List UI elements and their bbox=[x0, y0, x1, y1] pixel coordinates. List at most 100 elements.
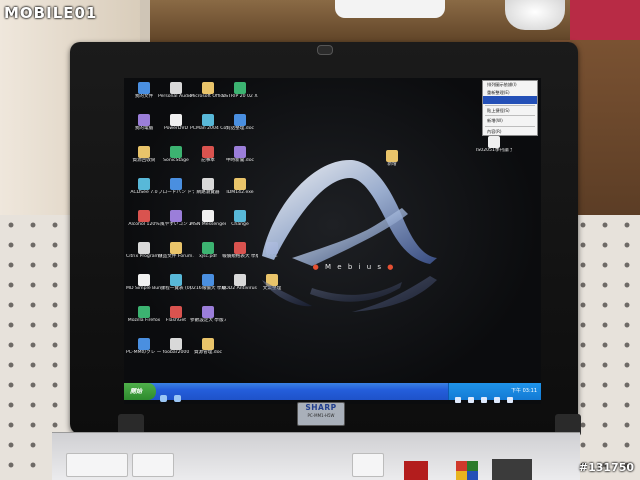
quick-launch-icon[interactable] bbox=[160, 395, 167, 402]
desktop-icon-label: MD Simple Burner bbox=[126, 286, 162, 291]
desktop-icon[interactable]: 網路瀏覽器 bbox=[190, 178, 226, 195]
app-icon bbox=[202, 82, 214, 94]
laptop-screen-bezel: 我的文件 Personal Audio 使用說明Microsoft Office … bbox=[70, 42, 578, 434]
desktop-icon-label: ACDSee 7.0 bbox=[130, 190, 158, 195]
context-menu-item[interactable]: 重新整理(E) bbox=[483, 89, 537, 97]
desktop-icon-label: PowerDVD bbox=[163, 126, 189, 131]
context-menu-item[interactable]: 貼上捷徑(S) bbox=[483, 107, 537, 115]
app-icon bbox=[138, 114, 150, 126]
desktop-icon-label: Personal Audio 使用說明 bbox=[158, 94, 194, 99]
wordmark-dot-icon: ● bbox=[387, 263, 396, 271]
ati-sticker-icon bbox=[404, 461, 428, 480]
context-menu-item-highlighted[interactable] bbox=[483, 96, 537, 104]
desktop-icon[interactable]: ACDSee 7.0 bbox=[126, 178, 162, 195]
desktop-icon-label: 課程一覽表 (0) bbox=[160, 286, 192, 291]
context-menu-item[interactable]: 新增(W) bbox=[483, 117, 537, 125]
context-menu-item[interactable]: 排列圖示依據(I) bbox=[483, 81, 537, 89]
app-icon bbox=[202, 338, 214, 350]
desktop-icon-label: FlashGet bbox=[165, 318, 187, 323]
app-icon bbox=[138, 242, 150, 254]
app-icon bbox=[202, 178, 214, 190]
desktop-icon[interactable]: xjsc.pdf bbox=[190, 242, 226, 259]
desktop-icon[interactable]: IS02051季刊論 文標題.doc bbox=[476, 136, 512, 153]
wordmark-letter: b bbox=[347, 263, 355, 271]
quick-launch-icon[interactable] bbox=[174, 395, 182, 402]
app-icon bbox=[170, 274, 182, 286]
desktop-icon[interactable]: 記事本 bbox=[190, 146, 226, 163]
desktop-icon[interactable]: Alcohol 120% bbox=[126, 210, 162, 227]
desktop-icon[interactable]: PowerDVD bbox=[158, 114, 194, 131]
background-red-box bbox=[570, 0, 640, 40]
app-icon bbox=[138, 338, 150, 350]
app-icon bbox=[170, 210, 182, 222]
app-icon bbox=[138, 82, 150, 94]
desktop-icon[interactable]: 我的文件 bbox=[126, 82, 162, 99]
desktop-icon-label: Alcohol 120% bbox=[128, 222, 160, 227]
app-icon bbox=[202, 210, 214, 222]
app-icon bbox=[138, 178, 150, 190]
app-icon bbox=[234, 82, 246, 94]
background-cup bbox=[505, 0, 565, 30]
desktop-icon[interactable]: 資源回收筒 bbox=[126, 146, 162, 163]
menu-separator bbox=[485, 104, 535, 106]
logo-ribbon bbox=[262, 159, 437, 264]
logo-reflection-right bbox=[352, 276, 437, 312]
desktop-icon[interactable]: Microsoft Office Wo... bbox=[190, 82, 226, 99]
app-icon bbox=[170, 242, 182, 254]
desktop-icon[interactable]: 0216報價大 學版.doc bbox=[190, 274, 226, 291]
tray-icon[interactable] bbox=[481, 397, 488, 403]
desktop-icon[interactable]: MSN Messenger 7.5 bbox=[190, 210, 226, 227]
desktop-icon[interactable]: 風やすいコン 2 bbox=[158, 210, 194, 227]
keyboard-key bbox=[66, 453, 128, 477]
desktop-icon-label: 我的電腦 bbox=[134, 126, 154, 131]
sharp-logo-plate: SHARP PC-MM1-H5W bbox=[297, 402, 345, 426]
desktop-icon[interactable]: 對話整理.doc bbox=[222, 114, 258, 131]
desktop-icon-label: foobar2000 bbox=[162, 350, 190, 355]
context-menu-item[interactable]: 內容(R) bbox=[483, 128, 537, 136]
photo-id: #131750 bbox=[578, 461, 634, 474]
desktop-icon-label: 我的文件 bbox=[134, 94, 154, 99]
logo-reflection bbox=[262, 280, 312, 307]
desktop-icon[interactable]: Citrix Program Neighborhood bbox=[126, 242, 162, 259]
start-button[interactable]: 開始 bbox=[124, 383, 156, 400]
desktop-icon[interactable]: プロードバン ドナビゲ... bbox=[158, 178, 194, 195]
desktop-icon-label: 記事本 bbox=[201, 158, 215, 163]
desktop-icon-label: Microsoft Office Wo... bbox=[190, 94, 226, 99]
desktop-icon-label: Mozilla Firefox bbox=[127, 318, 161, 323]
desktop-icon[interactable]: Personal Audio 使用說明 bbox=[158, 82, 194, 99]
app-icon bbox=[202, 146, 214, 158]
desktop-icon[interactable]: 課程一覽表 (0) bbox=[158, 274, 194, 291]
desktop-icon[interactable]: PC-MMのクレ ードル活用 bbox=[126, 338, 162, 355]
tray-icon[interactable] bbox=[455, 397, 461, 403]
watermark-text: MOBILE01 bbox=[4, 4, 98, 22]
desktop-icon-label: 風やすいコン 2 bbox=[160, 222, 192, 227]
desktop-icon[interactable]: Mozilla Firefox bbox=[126, 306, 162, 323]
tray-icon[interactable] bbox=[468, 397, 475, 403]
desktop-screen: 我的文件 Personal Audio 使用說明Microsoft Office … bbox=[124, 78, 541, 404]
desktop-icon-label: Citrix Program Neighborhood bbox=[126, 254, 162, 259]
taskbar: 開始 下午 03:11 bbox=[124, 383, 541, 403]
tray-clock[interactable]: 下午 03:11 bbox=[511, 387, 537, 394]
app-icon bbox=[138, 274, 150, 286]
desktop-icon[interactable]: SonicStage bbox=[158, 146, 194, 163]
keyboard-key bbox=[352, 453, 384, 477]
tray-icon[interactable] bbox=[507, 397, 514, 403]
app-icon bbox=[234, 114, 246, 126]
desktop-icon[interactable]: 資源管理.doc bbox=[190, 338, 226, 355]
desktop-icon-label: MSN Messenger 7.5 bbox=[190, 222, 226, 227]
wordmark-letter: s bbox=[377, 263, 384, 271]
desktop-icon[interactable]: MD Simple Burner bbox=[126, 274, 162, 291]
mebius-logo bbox=[262, 159, 437, 312]
desktop-icon[interactable]: 參數設定大 學版.doc bbox=[190, 306, 226, 323]
desktop-icon-label: CSTRIP 20 02 XXX bbox=[222, 94, 258, 99]
desktop-icon[interactable]: PCMan 2004 Combo bbox=[190, 114, 226, 131]
webcam-icon bbox=[317, 45, 333, 55]
desktop-icon[interactable]: FlashGet bbox=[158, 306, 194, 323]
document-icon bbox=[488, 136, 500, 148]
tray-icon[interactable] bbox=[494, 397, 501, 403]
desktop-icon[interactable]: 競品文件 Forum... bbox=[158, 242, 194, 259]
desktop-icon[interactable]: CSTRIP 20 02 XXX bbox=[222, 82, 258, 99]
desktop-icon[interactable]: foobar2000 bbox=[158, 338, 194, 355]
keyboard-key bbox=[132, 453, 174, 477]
desktop-icon[interactable]: 我的電腦 bbox=[126, 114, 162, 131]
